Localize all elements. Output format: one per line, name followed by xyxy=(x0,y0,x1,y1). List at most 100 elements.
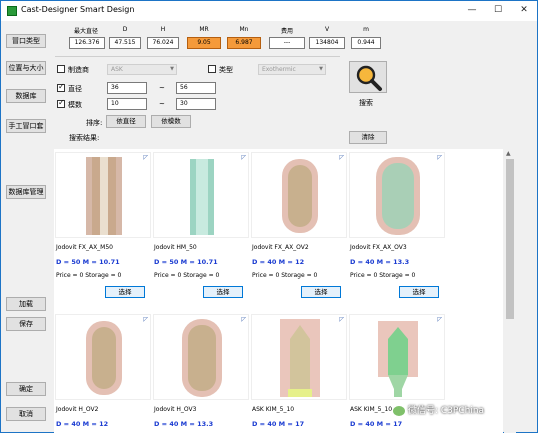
result-name: ASK KIM_5_10 xyxy=(252,406,295,413)
oval-sleeve-icon xyxy=(182,319,222,397)
stat-value-mn: 6.987 xyxy=(227,37,261,49)
minimize-button[interactable]: — xyxy=(459,3,485,18)
oval-sleeve-icon xyxy=(376,157,420,235)
window-title: Cast-Designer Smart Design xyxy=(21,5,135,14)
scroll-up-icon[interactable]: ▲ xyxy=(506,150,511,157)
result-card: ◸ Jodovit FX_AX_OV2 D = 40 M = 12 Price … xyxy=(251,152,349,300)
oval-sleeve-icon xyxy=(86,321,122,395)
diameter-checkbox[interactable] xyxy=(57,82,65,92)
select-button[interactable]: 选择 xyxy=(399,286,439,298)
pointed-sleeve-icon xyxy=(280,319,320,397)
results-scrollbar[interactable]: ▲ xyxy=(504,149,516,433)
scrollbar-thumb[interactable] xyxy=(506,159,514,319)
result-name: Jodovit H_OV2 xyxy=(56,406,99,413)
riser-preview-image: ◸ xyxy=(251,152,347,238)
result-price-storage: Price = 0 Storage = 0 xyxy=(252,272,318,279)
riser-preview-image: ◸ xyxy=(349,152,445,238)
riser-preview-image: ◸ xyxy=(55,314,151,400)
modulus-checkbox[interactable] xyxy=(57,98,65,108)
result-card: ◸ Jodovit HM_50 D = 50 M = 10.71 Price =… xyxy=(153,152,251,300)
chevron-down-icon: ▼ xyxy=(319,66,323,72)
select-button[interactable]: 选择 xyxy=(301,286,341,298)
maximize-button[interactable]: ☐ xyxy=(485,3,511,18)
type-label: 类型 xyxy=(219,66,233,74)
manufacturer-value: ASK xyxy=(111,66,123,73)
divider xyxy=(55,56,340,57)
select-button[interactable]: 选择 xyxy=(203,286,243,298)
corner-mark-icon: ◸ xyxy=(143,316,148,323)
stat-value-v: 134804 xyxy=(309,37,345,49)
database-button[interactable]: 数据库 xyxy=(6,89,46,103)
corner-mark-icon: ◸ xyxy=(437,316,442,323)
stat-value-h: 76.024 xyxy=(147,37,179,49)
smart-design-window: Cast-Designer Smart Design — ☐ ✕ 冒口类型 位置… xyxy=(0,0,538,433)
cancel-button[interactable]: 取消 xyxy=(6,407,46,421)
result-dimensions: D = 50 M = 10.71 xyxy=(56,258,120,266)
corner-mark-icon: ◸ xyxy=(437,154,442,161)
manual-sleeve-button[interactable]: 手工冒口套 xyxy=(6,119,46,133)
sort-label: 排序: xyxy=(86,119,103,127)
riser-type-button[interactable]: 冒口类型 xyxy=(6,34,46,48)
result-dimensions: D = 40 M = 13.3 xyxy=(154,420,214,428)
result-name: Jodovit H_OV3 xyxy=(154,406,197,413)
stat-header-m: m xyxy=(363,26,369,33)
results-panel: ◸ Jodovit FX_AX_M50 D = 50 M = 10.71 Pri… xyxy=(54,149,503,433)
position-size-button[interactable]: 位置与大小 xyxy=(6,61,46,75)
result-name: Jodovit FX_AX_OV3 xyxy=(350,244,407,251)
manufacturer-checkbox[interactable] xyxy=(57,65,65,73)
result-card: ◸ Jodovit H_OV2 D = 40 M = 12 xyxy=(55,314,153,433)
result-name: ASK KIM_5_10 xyxy=(350,406,393,413)
result-dimensions: D = 50 M = 10.71 xyxy=(154,258,218,266)
result-dimensions: D = 40 M = 17 xyxy=(252,420,305,428)
modulus-label: 模数 xyxy=(68,101,82,109)
diameter-min-input[interactable]: 36 xyxy=(107,82,147,94)
result-card: ◸ Jodovit FX_AX_OV3 D = 40 M = 13.3 Pric… xyxy=(349,152,447,300)
search-label: 搜索 xyxy=(359,99,373,107)
modulus-min-input[interactable]: 10 xyxy=(107,98,147,110)
cylinder-sleeve-icon xyxy=(86,157,122,235)
ok-button[interactable]: 确定 xyxy=(6,382,46,396)
result-name: Jodovit FX_AX_M50 xyxy=(56,244,113,251)
database-manage-button[interactable]: 数据库管理 xyxy=(6,185,46,199)
riser-preview-image: ◸ xyxy=(349,314,445,400)
result-dimensions: D = 40 M = 12 xyxy=(252,258,305,266)
riser-preview-image: ◸ xyxy=(153,314,249,400)
results-label: 搜索结果: xyxy=(69,134,100,142)
cylinder-sleeve-icon xyxy=(190,159,214,235)
save-button[interactable]: 保存 xyxy=(6,317,46,331)
riser-preview-image: ◸ xyxy=(153,152,249,238)
corner-mark-icon: ◸ xyxy=(143,154,148,161)
manufacturer-label: 制造商 xyxy=(68,66,89,74)
search-button[interactable] xyxy=(349,61,387,93)
result-dimensions: D = 40 M = 13.3 xyxy=(350,258,410,266)
result-price-storage: Price = 0 Storage = 0 xyxy=(154,272,220,279)
type-value: Exothermic xyxy=(262,66,296,73)
range-tilde: ~ xyxy=(159,100,165,108)
manufacturer-select[interactable]: ASK ▼ xyxy=(107,64,177,75)
close-button[interactable]: ✕ xyxy=(511,3,537,18)
select-button[interactable]: 选择 xyxy=(105,286,145,298)
pointed-sleeve-icon xyxy=(378,321,418,397)
range-tilde: ~ xyxy=(159,84,165,92)
clear-button[interactable]: 清除 xyxy=(349,131,387,144)
app-icon xyxy=(7,6,17,16)
load-button[interactable]: 加载 xyxy=(6,297,46,311)
result-price-storage: Price = 0 Storage = 0 xyxy=(350,272,416,279)
sort-by-modulus-button[interactable]: 依模数 xyxy=(151,115,191,128)
modulus-max-input[interactable]: 30 xyxy=(176,98,216,110)
stat-value-d: 47.515 xyxy=(109,37,141,49)
result-card: ◸ Jodovit H_OV3 D = 40 M = 13.3 xyxy=(153,314,251,433)
watermark: 微信号: C3PChina xyxy=(393,403,484,416)
diameter-max-input[interactable]: 56 xyxy=(176,82,216,94)
result-name: Jodovit FX_AX_OV2 xyxy=(252,244,309,251)
stat-header-cost: 费用 xyxy=(280,28,293,35)
type-select[interactable]: Exothermic ▼ xyxy=(258,64,326,75)
title-bar: Cast-Designer Smart Design — ☐ ✕ xyxy=(1,1,537,21)
corner-mark-icon: ◸ xyxy=(241,316,246,323)
stat-header-mn: Mn xyxy=(239,26,249,33)
sort-by-diameter-button[interactable]: 依直径 xyxy=(106,115,146,128)
diameter-label: 直径 xyxy=(68,85,82,93)
stat-header-mr: MR xyxy=(199,26,209,33)
corner-mark-icon: ◸ xyxy=(339,154,344,161)
type-checkbox[interactable] xyxy=(208,65,216,73)
